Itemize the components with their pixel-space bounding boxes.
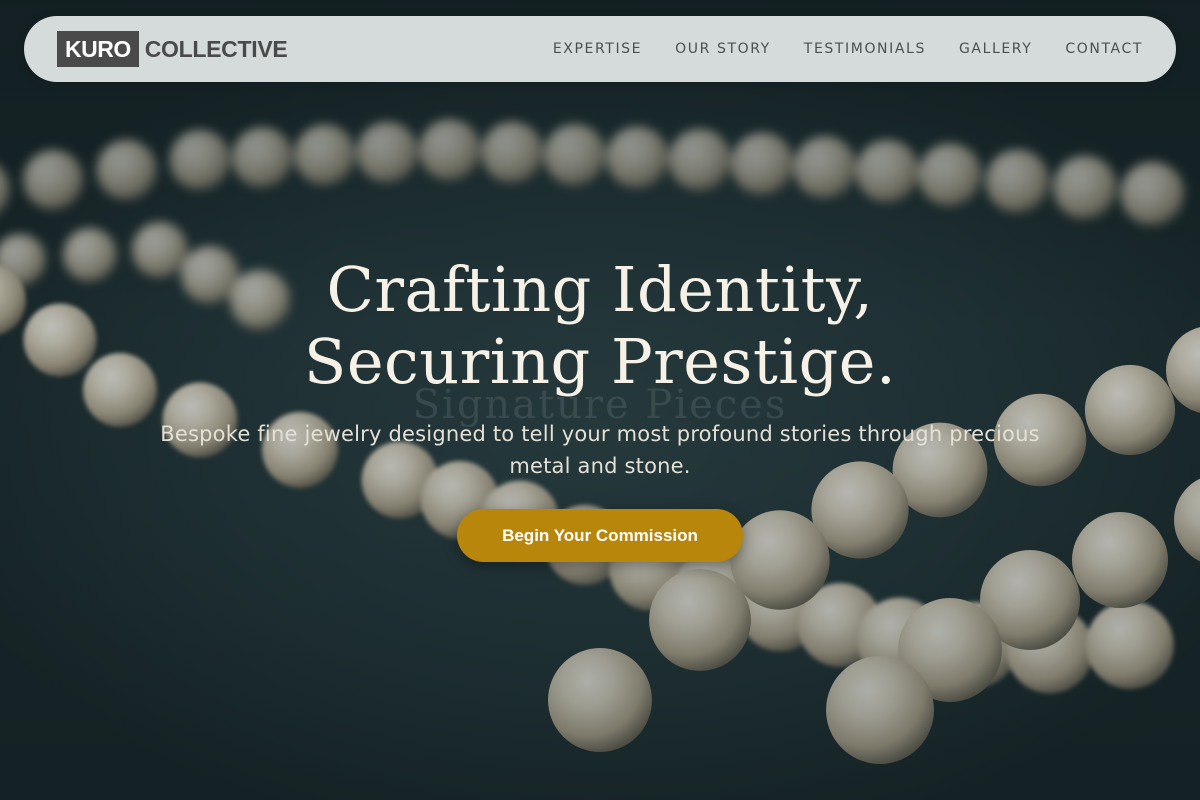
nav-link-contact[interactable]: CONTACT — [1065, 41, 1143, 57]
nav-link-our-story[interactable]: OUR STORY — [675, 41, 771, 57]
brand-logo[interactable]: KURO COLLECTIVE — [57, 31, 288, 67]
hero-title: Crafting Identity, Securing Prestige. — [0, 254, 1200, 398]
nav-menu: EXPERTISE OUR STORY TESTIMONIALS GALLERY… — [553, 41, 1143, 57]
logo-mark: KURO — [57, 31, 139, 67]
nav-link-testimonials[interactable]: TESTIMONIALS — [804, 41, 926, 57]
hero-subtitle: Bespoke fine jewelry designed to tell yo… — [160, 422, 1040, 478]
begin-commission-button[interactable]: Begin Your Commission — [457, 509, 743, 562]
logo-wordmark: COLLECTIVE — [144, 35, 288, 62]
top-navigation: KURO COLLECTIVE EXPERTISE OUR STORY TEST… — [24, 16, 1176, 82]
nav-link-gallery[interactable]: GALLERY — [959, 41, 1032, 57]
hero-title-line-1: Crafting Identity, — [326, 253, 874, 326]
nav-link-expertise[interactable]: EXPERTISE — [553, 41, 642, 57]
hero-title-line-2: Securing Prestige. — [303, 325, 897, 398]
